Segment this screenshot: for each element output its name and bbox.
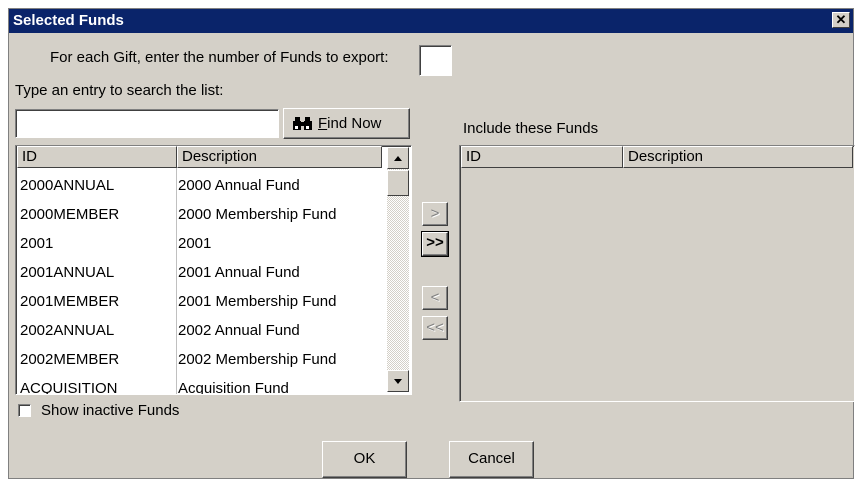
fund-description: 2002 Membership Fund — [178, 351, 337, 368]
list-item[interactable]: 2001 2001 — [16, 229, 380, 258]
ok-button[interactable]: OK — [322, 441, 407, 478]
remove-all-button[interactable]: << — [422, 316, 448, 340]
fund-description: Acquisition Fund — [178, 380, 289, 395]
show-inactive-checkbox[interactable] — [18, 404, 31, 417]
search-input[interactable] — [15, 109, 279, 138]
list-item[interactable]: 2001MEMBER 2001 Membership Fund — [16, 287, 380, 316]
export-count-input[interactable] — [419, 45, 452, 76]
column-header-id[interactable]: ID — [17, 146, 177, 168]
add-all-button[interactable]: >> — [421, 231, 449, 257]
fund-id: 2000ANNUAL — [20, 177, 115, 194]
scroll-thumb[interactable] — [387, 170, 409, 196]
fund-id: ACQUISITION — [20, 380, 118, 395]
fund-description: 2001 Membership Fund — [178, 293, 337, 310]
include-funds-label: Include these Funds — [463, 120, 599, 137]
column-header-description[interactable]: Description — [623, 146, 853, 168]
scroll-up-button[interactable] — [387, 147, 409, 169]
fund-description: 2000 Annual Fund — [178, 177, 300, 194]
fund-id: 2001 — [20, 235, 54, 252]
title-bar: Selected Funds ✕ — [9, 9, 853, 33]
vertical-scrollbar[interactable] — [387, 147, 409, 392]
search-label: Type an entry to search the list: — [15, 82, 224, 99]
binoculars-icon — [293, 117, 312, 130]
remove-selected-button[interactable]: < — [422, 286, 448, 310]
arrow-up-icon — [394, 156, 402, 161]
fund-id: 2002MEMBER — [20, 351, 120, 368]
export-count-label: For each Gift, enter the number of Funds… — [50, 49, 389, 66]
column-header-description[interactable]: Description — [177, 146, 382, 168]
show-inactive-label: Show inactive Funds — [41, 402, 180, 419]
column-header-id[interactable]: ID — [461, 146, 623, 168]
cancel-button[interactable]: Cancel — [449, 441, 534, 478]
list-item[interactable]: 2002MEMBER 2002 Membership Fund — [16, 345, 380, 374]
scroll-down-button[interactable] — [387, 370, 409, 392]
list-item[interactable]: 2000ANNUAL 2000 Annual Fund — [16, 171, 380, 200]
close-button[interactable]: ✕ — [832, 12, 850, 28]
available-funds-list[interactable]: ID Description 2000ANNUAL 2000 Annual Fun… — [15, 145, 412, 395]
fund-description: 2001 — [178, 235, 212, 252]
list-item[interactable]: 2002ANNUAL 2002 Annual Fund — [16, 316, 380, 345]
included-funds-list[interactable]: ID Description — [459, 145, 855, 402]
list-item[interactable]: ACQUISITION Acquisition Fund — [16, 374, 380, 395]
selected-funds-dialog: Selected Funds ✕ For each Gift, enter th… — [8, 8, 855, 479]
dialog-title: Selected Funds — [13, 12, 124, 29]
find-now-label: ind Now — [327, 115, 382, 132]
fund-id: 2000MEMBER — [20, 206, 120, 223]
fund-description: 2001 Annual Fund — [178, 264, 300, 281]
fund-description: 2000 Membership Fund — [178, 206, 337, 223]
list-item[interactable]: 2001ANNUAL 2001 Annual Fund — [16, 258, 380, 287]
find-now-accelerator: F — [318, 115, 328, 132]
close-icon: ✕ — [835, 12, 847, 27]
add-selected-button[interactable]: > — [422, 202, 448, 226]
list-item[interactable]: 2000MEMBER 2000 Membership Fund — [16, 200, 380, 229]
fund-id: 2002ANNUAL — [20, 322, 115, 339]
find-now-button[interactable]: Find Now — [283, 108, 410, 139]
arrow-down-icon — [394, 379, 402, 384]
fund-description: 2002 Annual Fund — [178, 322, 300, 339]
fund-id: 2001ANNUAL — [20, 264, 115, 281]
fund-id: 2001MEMBER — [20, 293, 120, 310]
